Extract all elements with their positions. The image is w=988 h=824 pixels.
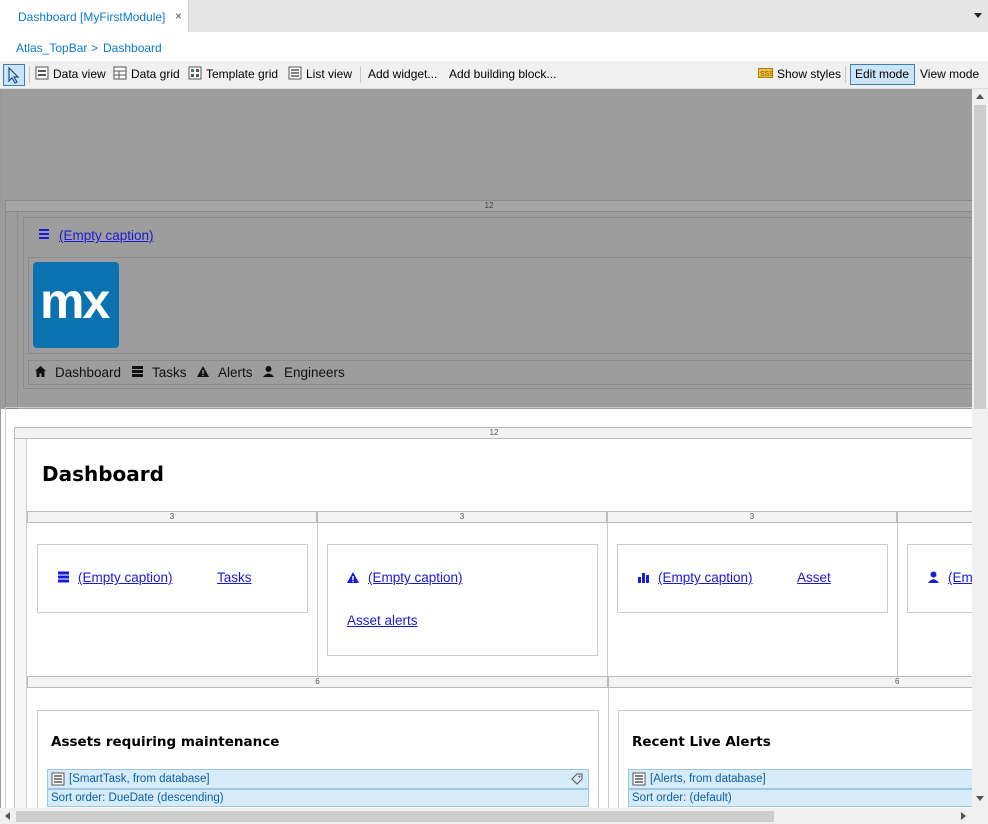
toolbar: Data view Data grid Template grid List v… <box>0 61 988 89</box>
card-caption-link[interactable]: (Empty caption) <box>368 570 463 585</box>
maintenance-panel: Assets requiring maintenance [SmartTask,… <box>37 710 599 808</box>
sort-order-bar[interactable]: Sort order: DueDate (descending) <box>47 789 589 807</box>
nav-item-dashboard[interactable]: Dashboard <box>55 365 121 380</box>
template-grid-icon <box>188 66 202 80</box>
column-ruler: 12 <box>5 200 972 212</box>
scrollbar-corner <box>972 808 988 824</box>
list-view-icon <box>288 66 302 80</box>
logo-container: mx <box>28 257 972 354</box>
column-ruler-3: 3 <box>607 511 897 523</box>
styles-icon: SSS <box>758 68 773 78</box>
row-gutter <box>5 212 18 409</box>
column-ruler-3: 3 <box>27 511 317 523</box>
card-caption-link[interactable]: (Empty caption) <box>658 570 753 585</box>
asset-link[interactable]: Asset <box>797 570 831 585</box>
asset-alerts-link[interactable]: Asset alerts <box>347 613 418 628</box>
warning-icon <box>347 572 359 583</box>
warning-icon <box>197 366 209 377</box>
scroll-thumb[interactable] <box>16 811 774 822</box>
template-grid-button[interactable]: Template grid <box>206 67 278 81</box>
pointer-icon <box>8 66 20 84</box>
layout-placeholder-area: 12 (Empty caption) mx Dashboard Tasks Al… <box>1 89 972 409</box>
home-icon <box>35 366 46 377</box>
add-widget-button[interactable]: Add widget... <box>368 67 437 81</box>
column-ruler-12: 12 <box>14 427 972 439</box>
scroll-up-icon[interactable] <box>976 94 984 99</box>
live-alerts-panel: Recent Live Alerts [Alerts, from databas… <box>618 710 972 808</box>
list-view-button[interactable]: List view <box>306 67 352 81</box>
panel-title: Recent Live Alerts <box>632 734 771 750</box>
breadcrumb-separator: > <box>91 41 99 55</box>
nav-item-tasks[interactable]: Tasks <box>152 365 187 380</box>
bar-chart-icon <box>638 573 649 583</box>
engineers-card: (Em <box>907 544 972 613</box>
tag-icon <box>571 773 583 785</box>
tasks-card: (Empty caption) Tasks <box>37 544 308 613</box>
row-gutter <box>14 439 27 808</box>
breadcrumb-current[interactable]: Dashboard <box>103 41 162 55</box>
scroll-left-icon[interactable] <box>5 812 10 820</box>
page-canvas: 12 (Empty caption) mx Dashboard Tasks Al… <box>0 89 972 808</box>
nav-item-alerts[interactable]: Alerts <box>218 365 253 380</box>
svg-text:SSS: SSS <box>760 71 773 78</box>
scroll-down-icon[interactable] <box>976 796 984 801</box>
topbar-container: (Empty caption) mx <box>23 217 972 389</box>
edit-mode-label: Edit mode <box>855 67 910 81</box>
tab-bar: Dashboard [MyFirstModule] × <box>0 0 988 32</box>
breadcrumb: Atlas_TopBar > Dashboard <box>0 32 988 61</box>
asset-card: (Empty caption) Asset <box>617 544 888 613</box>
tab-label: Dashboard [MyFirstModule] <box>18 10 166 24</box>
column-ruler-3 <box>897 511 972 523</box>
chevron-down-icon[interactable] <box>974 10 984 20</box>
data-grid-icon <box>113 66 127 80</box>
user-icon <box>263 366 274 377</box>
close-icon[interactable]: × <box>175 9 182 23</box>
tab-dashboard[interactable]: Dashboard [MyFirstModule] × <box>0 0 189 32</box>
data-source-bar[interactable]: [SmartTask, from database] <box>47 769 589 789</box>
user-icon <box>928 571 939 583</box>
tasks-icon <box>132 366 143 377</box>
scroll-right-icon[interactable] <box>961 812 966 820</box>
column-ruler-6: 6 <box>27 676 608 688</box>
scroll-thumb[interactable] <box>974 105 986 409</box>
alerts-card: (Empty caption) Asset alerts <box>327 544 598 656</box>
page-title: Dashboard <box>42 462 164 486</box>
main-region: 12 Dashboard 3 3 3 (Empty caption) Tasks… <box>5 407 972 808</box>
column-ruler-6: 6 <box>608 676 972 688</box>
sort-order-bar[interactable]: Sort order: (default) <box>628 789 972 807</box>
breadcrumb-parent[interactable]: Atlas_TopBar <box>16 41 87 55</box>
list-view-icon <box>632 772 646 786</box>
edit-mode-button[interactable]: Edit mode <box>850 64 915 85</box>
data-view-button[interactable]: Data view <box>53 67 106 81</box>
data-grid-button[interactable]: Data grid <box>131 67 180 81</box>
select-pointer-button[interactable] <box>3 64 25 86</box>
column-ruler-3: 3 <box>317 511 607 523</box>
panel-title: Assets requiring maintenance <box>51 734 280 750</box>
nav-item-engineers[interactable]: Engineers <box>284 365 345 380</box>
tasks-icon <box>58 571 69 583</box>
horizontal-scrollbar[interactable] <box>0 808 972 824</box>
add-building-block-button[interactable]: Add building block... <box>449 67 556 81</box>
card-caption-link[interactable]: (Em <box>948 570 972 585</box>
tasks-link[interactable]: Tasks <box>217 570 252 585</box>
data-view-icon <box>35 66 49 80</box>
hamburger-icon[interactable] <box>38 228 50 240</box>
show-styles-button[interactable]: Show styles <box>777 67 841 81</box>
vertical-scrollbar[interactable] <box>972 89 988 808</box>
list-view-icon <box>51 772 65 786</box>
title-cell: Dashboard <box>27 439 972 511</box>
view-mode-button[interactable]: View mode <box>920 67 979 81</box>
menu-caption-link[interactable]: (Empty caption) <box>59 228 154 243</box>
card-caption-link[interactable]: (Empty caption) <box>78 570 173 585</box>
data-source-bar[interactable]: [Alerts, from database] <box>628 769 972 789</box>
mx-logo: mx <box>33 262 119 348</box>
